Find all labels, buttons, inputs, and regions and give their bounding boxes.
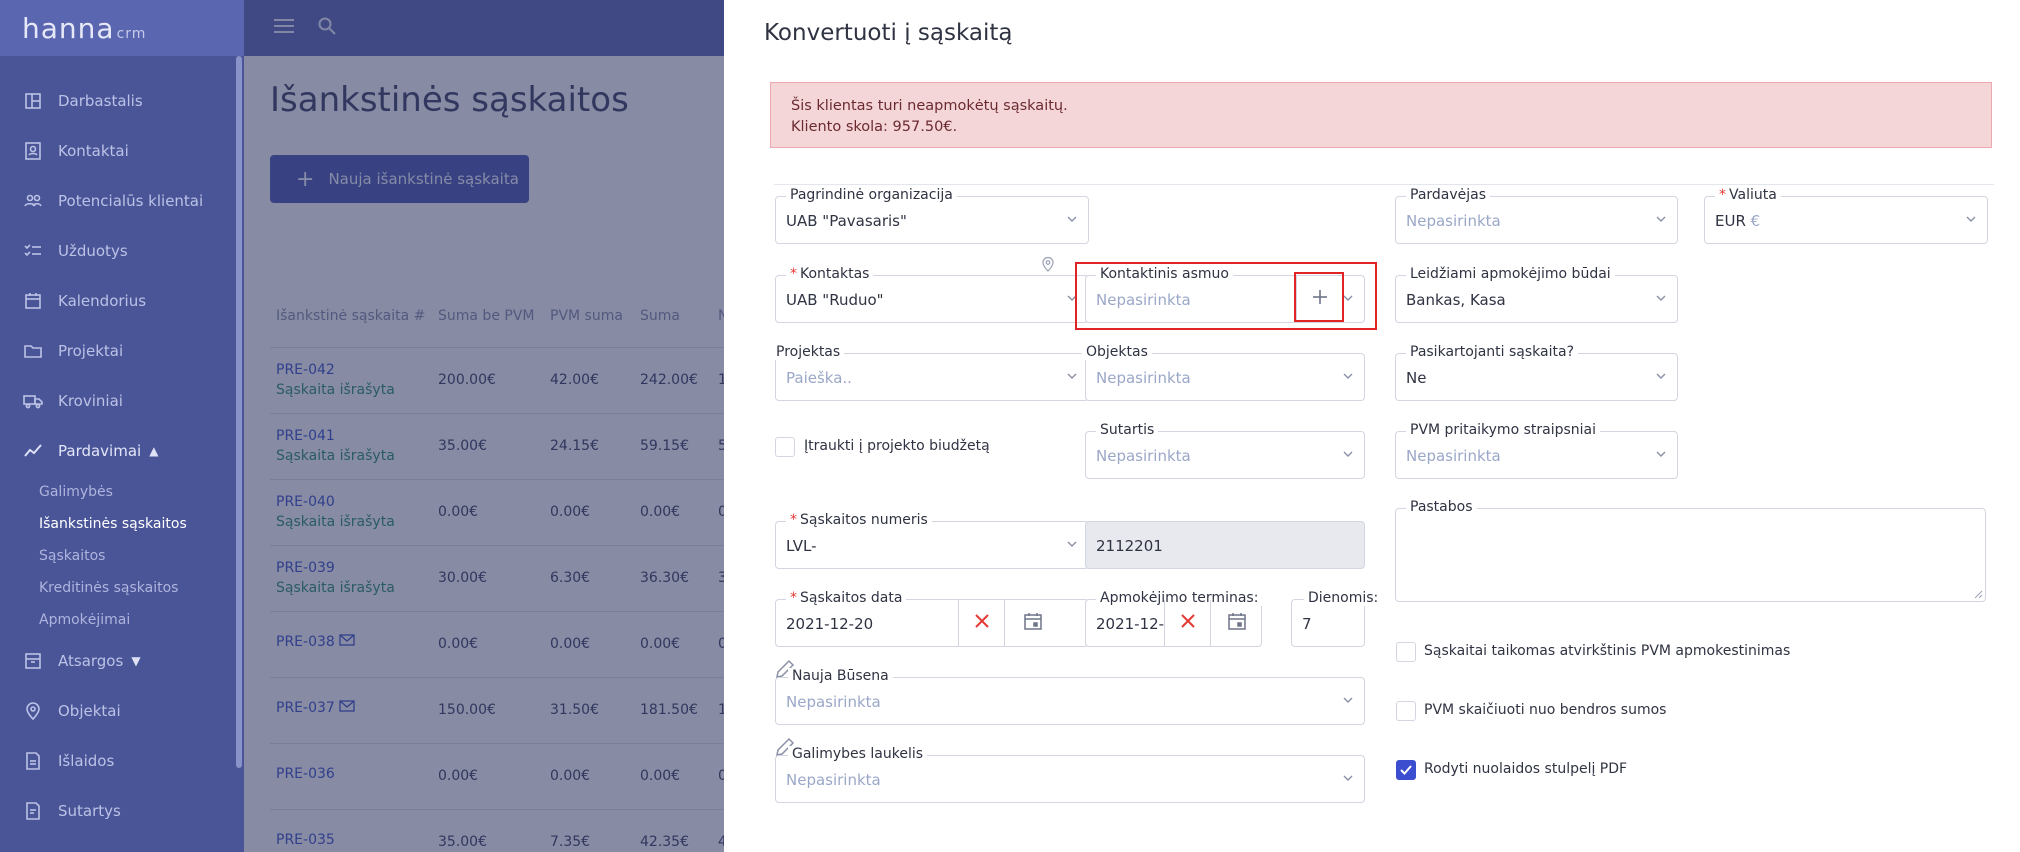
object-select[interactable]: Objektas Nepasirinkta	[1082, 344, 1365, 401]
seller-select[interactable]: Pardavėjas Nepasirinkta	[1395, 187, 1678, 244]
vat-articles-select[interactable]: PVM pritaikymo straipsniai Nepasirinkta	[1395, 422, 1678, 479]
sidebar-item-kalendorius[interactable]: Kalendorius	[0, 276, 236, 326]
sidebar-item-islaidos[interactable]: Išlaidos	[0, 736, 236, 786]
calendar-button[interactable]	[1210, 600, 1262, 646]
contract-select[interactable]: Sutartis Nepasirinkta	[1085, 422, 1365, 479]
reverse-vat-checkbox[interactable]	[1396, 642, 1416, 662]
chevron-down-icon	[1656, 451, 1666, 457]
sidebar-nav: Darbastalis Kontaktai Potencialūs klient…	[0, 76, 236, 836]
sidebar-subitem-saskaitos[interactable]: Sąskaitos	[0, 540, 236, 572]
chevron-down-icon	[1067, 373, 1077, 379]
show-discount-label: Rodyti nuolaidos stulpelį PDF	[1424, 761, 1628, 777]
recurring-invoice-select[interactable]: Pasikartojanti sąskaita? Ne	[1395, 344, 1678, 401]
clear-icon	[974, 613, 990, 633]
calendar-icon	[1227, 611, 1247, 635]
location-pin-icon[interactable]	[1041, 256, 1055, 272]
contact-select[interactable]: * Kontaktas UAB "Ruduo"	[775, 266, 1089, 323]
sidebar-scrollbar[interactable]	[236, 56, 242, 768]
chevron-down-icon	[1343, 775, 1353, 781]
chevron-down-icon	[1656, 295, 1666, 301]
sidebar-item-uzduotys[interactable]: Užduotys	[0, 226, 236, 276]
sidebar-item-objektai[interactable]: Objektai	[0, 686, 236, 736]
chevron-up-icon: ▲	[149, 444, 159, 458]
clear-icon	[1180, 613, 1196, 633]
chevron-down-icon	[1966, 216, 1976, 222]
tasks-icon	[22, 241, 44, 261]
contract-icon	[22, 801, 44, 821]
chevron-down-icon	[1656, 373, 1666, 379]
contacts-icon	[22, 141, 44, 161]
check-icon	[1400, 765, 1412, 775]
sidebar-item-atsargos[interactable]: Atsargos ▼	[0, 636, 236, 686]
days-input[interactable]: Dienomis: 7	[1291, 590, 1383, 647]
calendar-icon	[1023, 611, 1043, 635]
show-discount-checkbox[interactable]	[1396, 760, 1416, 780]
invoice-number-input: 2112201	[1085, 521, 1365, 569]
sidebar-item-darbastalis[interactable]: Darbastalis	[0, 76, 236, 126]
main-organization-select[interactable]: Pagrindinė organizacija UAB "Pavasaris"	[775, 187, 1089, 244]
chevron-down-icon: ▼	[131, 654, 141, 668]
leads-icon	[22, 191, 44, 211]
opportunity-field-select[interactable]: Galimybes laukelis Nepasirinkta	[775, 746, 1365, 803]
convert-to-invoice-panel: Konvertuoti į sąskaitą Šis klientas turi…	[724, 0, 2020, 852]
payment-methods-select[interactable]: Leidžiami apmokėjimo būdai Bankas, Kasa	[1395, 266, 1678, 323]
location-icon	[22, 701, 44, 721]
folder-icon	[22, 341, 44, 361]
sidebar-subitem-isankstines[interactable]: Išankstinės sąskaitos	[0, 508, 236, 540]
modal-title: Konvertuoti į sąskaitą	[764, 20, 1013, 46]
sidebar-item-pardavimai[interactable]: Pardavimai ▲	[0, 426, 236, 476]
notes-textarea[interactable]: Pastabos	[1395, 499, 1986, 602]
trend-icon	[22, 441, 44, 461]
vat-total-label: PVM skaičiuoti nuo bendros sumos	[1424, 702, 1667, 718]
project-select[interactable]: Projektas Paieška..	[772, 344, 1089, 401]
include-budget-label: Įtraukti į projekto biudžetą	[804, 438, 990, 454]
chevron-down-icon	[1343, 373, 1353, 379]
currency-select[interactable]: * Valiuta EUR €	[1704, 187, 1988, 244]
include-budget-checkbox[interactable]	[775, 437, 795, 457]
debt-alert: Šis klientas turi neapmokėtų sąskaitų. K…	[770, 82, 1992, 148]
calendar-icon	[22, 291, 44, 311]
reverse-vat-label: Sąskaitai taikomas atvirkštinis PVM apmo…	[1424, 643, 1791, 659]
chevron-down-icon	[1067, 216, 1077, 222]
vat-total-checkbox[interactable]	[1396, 701, 1416, 721]
payment-term-date-field[interactable]: Apmokėjimo terminas: 2021-12-	[1085, 590, 1263, 647]
sidebar-item-kontaktai[interactable]: Kontaktai	[0, 126, 236, 176]
clear-date-button[interactable]	[958, 600, 1004, 646]
sidebar: hanna crm Darbastalis Kontaktai Potencial…	[0, 0, 244, 852]
resize-handle-icon[interactable]	[1973, 589, 1983, 599]
dashboard-icon	[22, 91, 44, 111]
new-status-select[interactable]: Nauja Būsena Nepasirinkta	[775, 668, 1365, 725]
sidebar-item-potencialus-klientai[interactable]: Potencialūs klientai	[0, 176, 236, 226]
divider	[774, 184, 1994, 185]
sidebar-item-kroviniai[interactable]: Kroviniai	[0, 376, 236, 426]
chevron-down-icon	[1067, 541, 1077, 547]
inventory-icon	[22, 651, 44, 671]
sidebar-subitem-apmokejimai[interactable]: Apmokėjimai	[0, 604, 236, 636]
clear-date-button[interactable]	[1164, 600, 1210, 646]
invoice-date-field[interactable]: * Sąskaitos data 2021-12-20	[775, 590, 1089, 647]
highlight-box	[1294, 272, 1344, 322]
sidebar-item-sutartys[interactable]: Sutartys	[0, 786, 236, 836]
invoice-number-series-select[interactable]: * Sąskaitos numeris LVL-	[775, 512, 1089, 569]
chevron-down-icon	[1656, 216, 1666, 222]
sidebar-subitem-kreditines[interactable]: Kreditinės sąskaitos	[0, 572, 236, 604]
sidebar-item-projektai[interactable]: Projektai	[0, 326, 236, 376]
chevron-down-icon	[1343, 451, 1353, 457]
truck-icon	[22, 391, 44, 411]
expenses-icon	[22, 751, 44, 771]
app-logo[interactable]: hanna crm	[0, 0, 244, 56]
sidebar-subitem-galimybes[interactable]: Galimybės	[0, 476, 236, 508]
chevron-down-icon	[1343, 697, 1353, 703]
calendar-button[interactable]	[1004, 600, 1060, 646]
